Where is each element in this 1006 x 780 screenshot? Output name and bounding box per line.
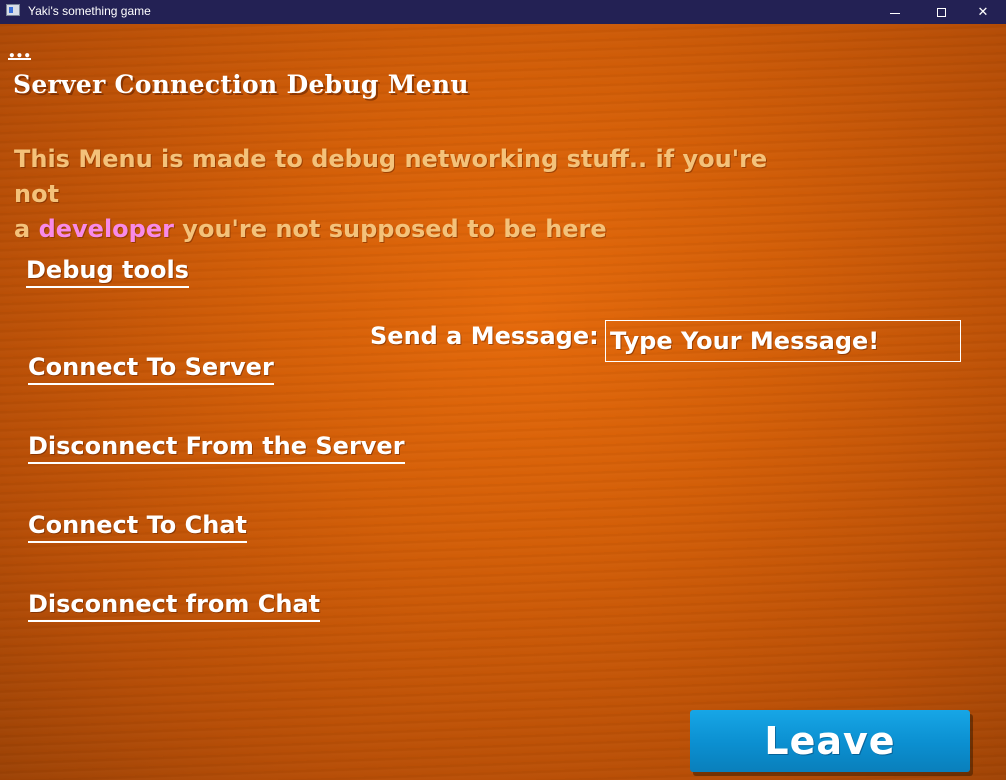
notice-line-1: This Menu is made to debug networking st… bbox=[14, 145, 768, 208]
notice-suffix: you're not supposed to be here bbox=[173, 215, 607, 243]
connect-to-chat-button[interactable]: Connect To Chat bbox=[28, 511, 247, 543]
disconnect-from-server-button[interactable]: Disconnect From the Server bbox=[28, 432, 405, 464]
notice-line-2: a developer you're not supposed to be he… bbox=[14, 212, 814, 247]
notice-prefix: a bbox=[14, 215, 39, 243]
debug-tools-link[interactable]: Debug tools bbox=[26, 256, 189, 288]
app-icon bbox=[6, 4, 20, 16]
maximize-button[interactable] bbox=[918, 0, 964, 24]
window-titlebar[interactable]: Yaki's something game ✕ bbox=[0, 0, 1006, 24]
close-button[interactable]: ✕ bbox=[960, 0, 1006, 24]
developer-notice: This Menu is made to debug networking st… bbox=[14, 142, 814, 247]
message-input[interactable] bbox=[605, 320, 961, 362]
leave-button[interactable]: Leave bbox=[690, 710, 970, 772]
game-screen: ... Server Connection Debug Menu This Me… bbox=[0, 24, 1006, 780]
send-message-label: Send a Message: bbox=[370, 322, 599, 350]
minimize-icon bbox=[890, 12, 900, 14]
close-icon: ✕ bbox=[977, 4, 989, 20]
minimize-button[interactable] bbox=[872, 0, 918, 24]
connect-to-server-button[interactable]: Connect To Server bbox=[28, 353, 274, 385]
back-ellipsis-button[interactable]: ... bbox=[8, 39, 31, 61]
developer-highlight: developer bbox=[38, 215, 174, 243]
maximize-icon bbox=[936, 7, 946, 17]
disconnect-from-chat-button[interactable]: Disconnect from Chat bbox=[28, 590, 321, 622]
page-title: Server Connection Debug Menu bbox=[13, 70, 469, 99]
window-title: Yaki's something game bbox=[28, 4, 151, 18]
